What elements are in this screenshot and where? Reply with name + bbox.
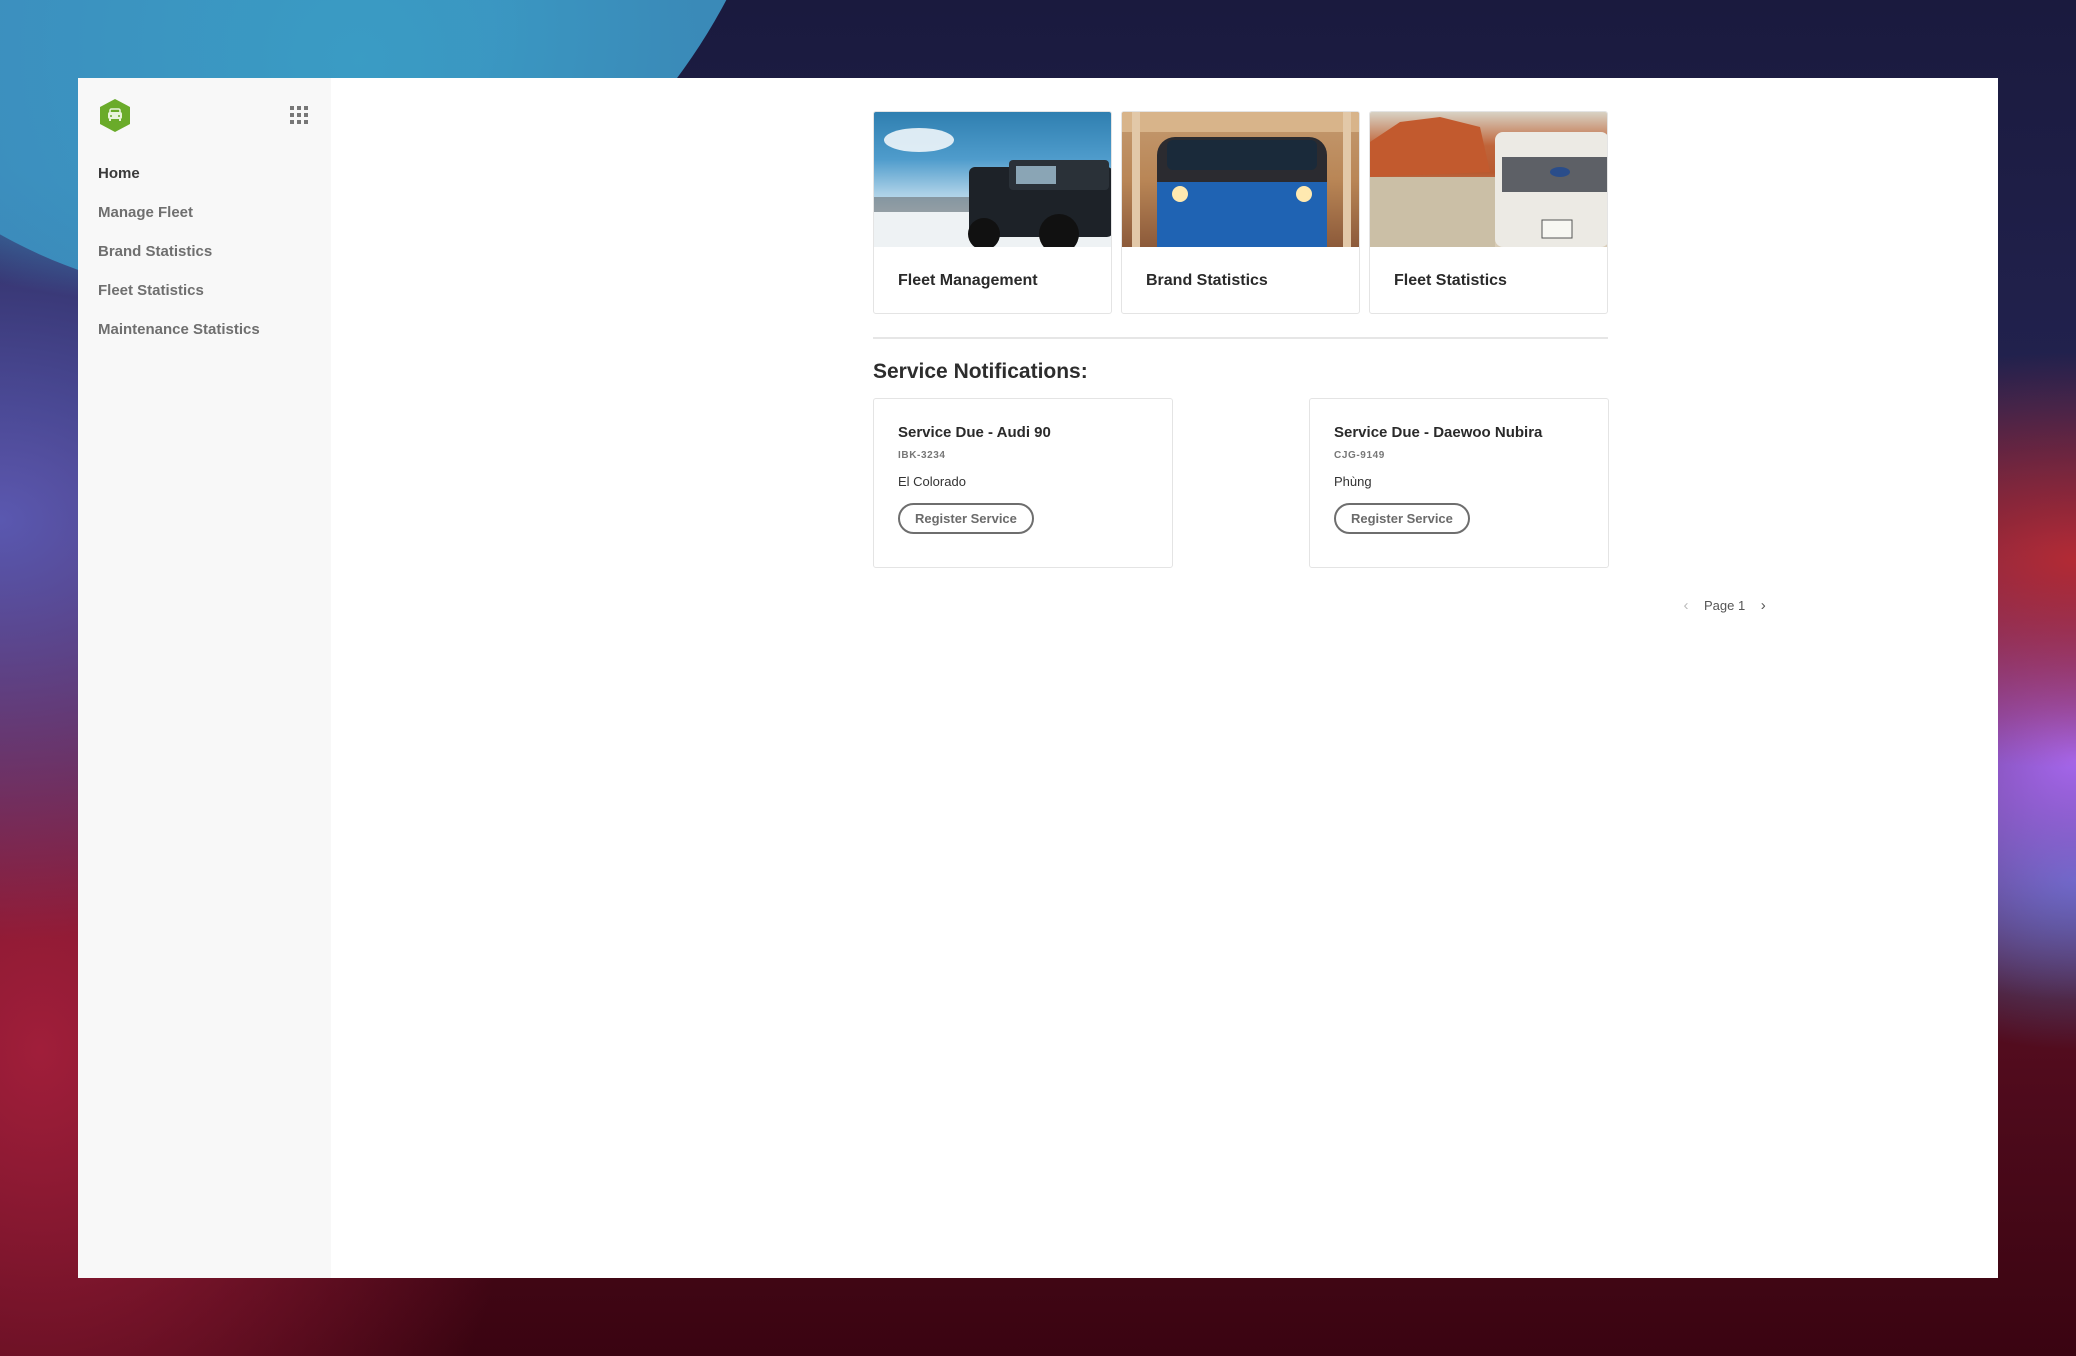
notification-card: Service Due - Daewoo Nubira CJG-9149 Phù…	[1309, 398, 1609, 568]
service-notifications-heading: Service Notifications:	[873, 360, 1088, 383]
jeep-illustration	[874, 128, 1111, 247]
sidebar: Home Manage Fleet Brand Statistics Fleet…	[78, 78, 331, 1278]
main-content: Fleet Management Brand Statistics Fleet …	[331, 78, 1998, 1278]
sidebar-item-maintenance-statistics[interactable]: Maintenance Statistics	[98, 320, 260, 359]
sidebar-item-fleet-statistics[interactable]: Fleet Statistics	[98, 281, 260, 320]
tile-fleet-management[interactable]: Fleet Management	[873, 111, 1112, 314]
notification-card: Service Due - Audi 90 IBK-3234 El Colora…	[873, 398, 1173, 568]
sidebar-item-brand-statistics[interactable]: Brand Statistics	[98, 242, 260, 281]
location: El Colorado	[898, 474, 966, 489]
tile-fleet-statistics[interactable]: Fleet Statistics	[1369, 111, 1608, 314]
location: Phùng	[1334, 474, 1372, 489]
register-service-button[interactable]: Register Service	[898, 503, 1034, 534]
sidebar-item-manage-fleet[interactable]: Manage Fleet	[98, 203, 260, 242]
sidebar-nav: Home Manage Fleet Brand Statistics Fleet…	[98, 164, 260, 359]
tile-image-suv-desert	[1370, 112, 1607, 247]
suv-desert-illustration	[1370, 117, 1607, 247]
tile-title: Fleet Management	[898, 272, 1038, 289]
pagination: ‹ Page 1 ›	[1676, 597, 1773, 614]
register-service-button[interactable]: Register Service	[1334, 503, 1470, 534]
tile-image-jeep	[874, 112, 1111, 247]
notification-title: Service Due - Daewoo Nubira	[1334, 424, 1543, 441]
license-plate: IBK-3234	[898, 450, 946, 461]
chevron-right-icon[interactable]: ›	[1753, 597, 1773, 614]
chevron-left-icon[interactable]: ‹	[1676, 597, 1696, 614]
car-hexagon-icon[interactable]	[100, 99, 130, 132]
tile-image-car-bridge	[1122, 112, 1359, 247]
tile-brand-statistics[interactable]: Brand Statistics	[1121, 111, 1360, 314]
sidebar-item-home[interactable]: Home	[98, 164, 260, 203]
app-window: Home Manage Fleet Brand Statistics Fleet…	[78, 78, 1998, 1278]
license-plate: CJG-9149	[1334, 450, 1385, 461]
notification-title: Service Due - Audi 90	[898, 424, 1051, 441]
section-divider	[873, 337, 1608, 339]
car-bridge-illustration	[1122, 112, 1359, 247]
page-label: Page 1	[1704, 598, 1746, 613]
grid-apps-icon[interactable]	[290, 106, 308, 124]
tile-title: Fleet Statistics	[1394, 272, 1507, 289]
feature-tiles: Fleet Management Brand Statistics Fleet …	[873, 111, 1608, 314]
tile-title: Brand Statistics	[1146, 272, 1268, 289]
